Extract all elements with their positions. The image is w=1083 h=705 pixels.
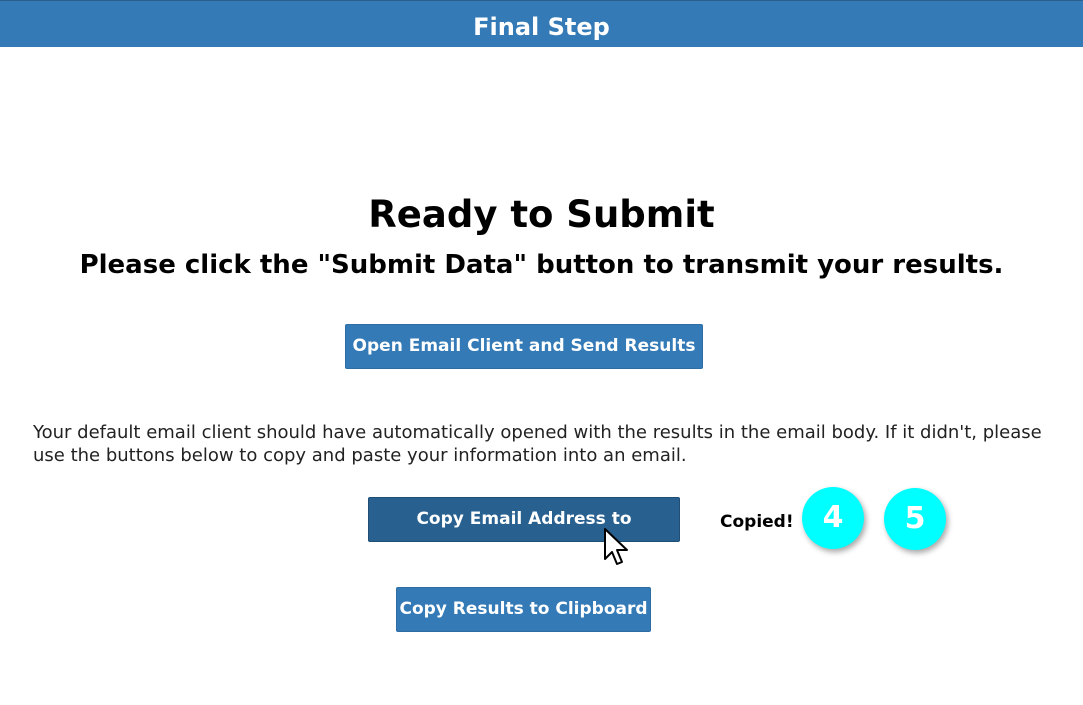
copy-results-button[interactable]: Copy Results to Clipboard (396, 587, 651, 632)
final-step-page: Final Step Ready to Submit Please click … (0, 0, 1083, 705)
copied-status: Copied! (720, 512, 794, 532)
step-badge-4: 4 (802, 487, 864, 549)
ready-heading: Ready to Submit (368, 193, 715, 236)
copy-email-address-button[interactable]: Copy Email Address to Clipboard (368, 497, 680, 572)
page-title: Final Step (473, 13, 610, 41)
open-email-client-button[interactable]: Open Email Client and Send Results (345, 324, 703, 369)
mouse-pointer-icon (604, 528, 628, 565)
header-bar: Final Step (0, 0, 1083, 47)
email-info-text: Your default email client should have au… (33, 422, 1042, 466)
submit-instructions: Please click the "Submit Data" button to… (79, 250, 1004, 280)
step-badge-5: 5 (884, 488, 946, 550)
